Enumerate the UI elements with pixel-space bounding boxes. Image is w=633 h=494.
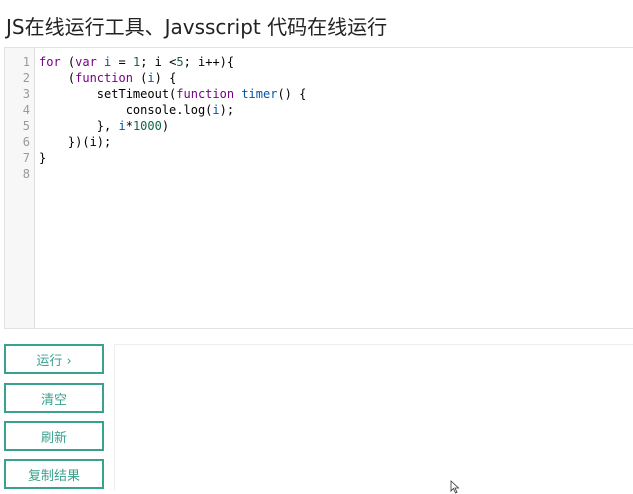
line-number: 1 (22, 55, 30, 69)
line-number: 4 (22, 103, 30, 117)
code-token: * (125, 119, 133, 133)
code-token: var (75, 55, 105, 69)
line-number: 5 (22, 119, 30, 133)
code-token: 1000 (132, 119, 162, 133)
code-line[interactable]: })(i); (39, 134, 111, 150)
line-number: 8 (22, 167, 30, 181)
code-token: ) (161, 119, 170, 133)
code-token: console.log( (39, 103, 213, 117)
clear-button[interactable]: 清空 (4, 383, 104, 413)
code-editor[interactable]: 12345678 for (var i = 1; i <5; i++){ (fu… (4, 47, 633, 329)
code-token: function (75, 71, 141, 85)
line-number: 7 (22, 151, 30, 165)
code-token: for (39, 55, 68, 69)
line-number: 2 (22, 71, 30, 85)
code-token: }, (39, 119, 119, 133)
code-token: function (176, 87, 242, 101)
run-button[interactable]: 运行 › (4, 344, 104, 374)
mouse-pointer-icon (450, 480, 460, 494)
line-number: 6 (22, 135, 30, 149)
code-line[interactable]: setTimeout(function timer() { (39, 86, 307, 102)
code-line[interactable]: } (39, 150, 46, 166)
line-number: 3 (22, 87, 30, 101)
code-token: } (39, 151, 47, 165)
line-number-gutter: 1 2 3 4 5 6 7 8 (5, 48, 35, 328)
code-token: timer (241, 87, 278, 101)
output-panel (114, 344, 633, 490)
code-line[interactable]: for (var i = 1; i <5; i++){ (39, 54, 234, 70)
code-token: ); (219, 103, 235, 117)
page-title: JS在线运行工具、Javsscript 代码在线运行 (6, 15, 388, 39)
code-token: ( (39, 71, 76, 85)
code-token: })(i); (39, 135, 112, 149)
code-token: i (118, 119, 126, 133)
code-token: ; i++){ (183, 55, 235, 69)
code-token: ) { (154, 71, 177, 85)
code-token: i (212, 103, 220, 117)
code-token: 5 (176, 55, 184, 69)
code-token: i (147, 71, 155, 85)
code-token: setTimeout( (39, 87, 177, 101)
code-token: ; i < (140, 55, 177, 69)
copy-result-button[interactable]: 复制结果 (4, 459, 104, 489)
code-token: () { (277, 87, 307, 101)
code-token: = (111, 55, 133, 69)
refresh-button[interactable]: 刷新 (4, 421, 104, 451)
code-line[interactable]: (function (i) { (39, 70, 176, 86)
code-line[interactable]: console.log(i); (39, 102, 234, 118)
code-line[interactable]: }, i*1000) (39, 118, 169, 134)
